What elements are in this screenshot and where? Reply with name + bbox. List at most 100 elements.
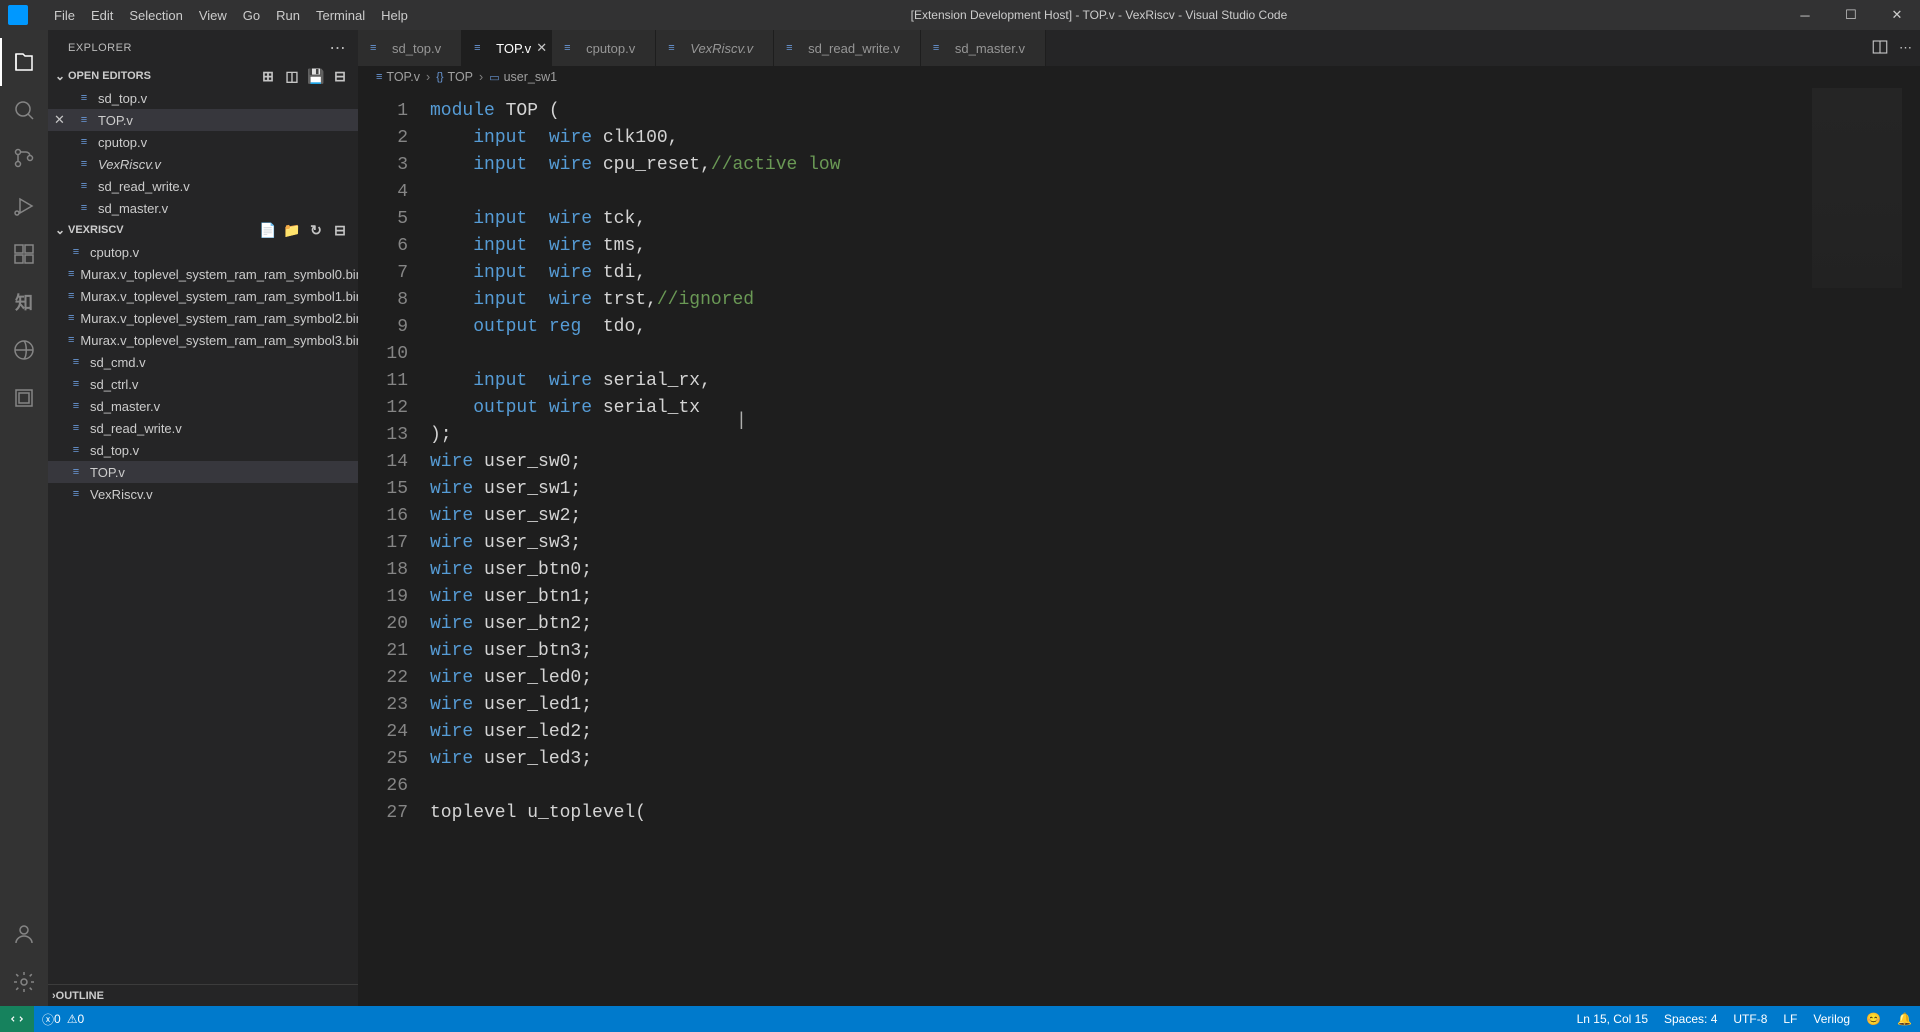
file-tree-item[interactable]: ≡sd_master.v xyxy=(48,395,358,417)
editor-tab[interactable]: ≡sd_read_write.v xyxy=(774,30,921,66)
menu-terminal[interactable]: Terminal xyxy=(308,0,373,30)
file-tree-item[interactable]: ≡Murax.v_toplevel_system_ram_ram_symbol1… xyxy=(48,285,358,307)
file-icon: ≡ xyxy=(76,156,92,172)
file-tree-item[interactable]: ≡sd_top.v xyxy=(48,439,358,461)
cursor-position-status[interactable]: Ln 15, Col 15 xyxy=(1569,1006,1656,1032)
indentation-status[interactable]: Spaces: 4 xyxy=(1656,1006,1725,1032)
language-status[interactable]: Verilog xyxy=(1805,1006,1858,1032)
menu-run[interactable]: Run xyxy=(268,0,308,30)
file-label: sd_top.v xyxy=(98,91,147,106)
file-label: sd_master.v xyxy=(98,201,168,216)
collapse-all-icon[interactable]: ⊟ xyxy=(330,220,350,240)
file-tree-item[interactable]: ≡VexRiscv.v xyxy=(48,483,358,505)
project-header[interactable]: ⌄ VEXRISCV 📄 📁 ↻ ⊟ xyxy=(48,219,358,241)
maximize-button[interactable]: ☐ xyxy=(1828,0,1874,30)
file-label: sd_top.v xyxy=(90,443,139,458)
new-file-icon[interactable]: 📄 xyxy=(258,220,278,240)
editor-tab[interactable]: ≡sd_master.v xyxy=(921,30,1046,66)
layout-activity[interactable] xyxy=(0,374,48,422)
save-all-icon[interactable]: 💾 xyxy=(306,66,326,86)
editor-tab[interactable]: ≡TOP.v✕ xyxy=(462,30,552,66)
open-editor-item[interactable]: ≡cputop.v xyxy=(48,131,358,153)
editor-area: ≡sd_top.v≡TOP.v✕≡cputop.v≡VexRiscv.v≡sd_… xyxy=(358,30,1920,1006)
code-editor[interactable]: 1234567891011121314151617181920212223242… xyxy=(358,88,1920,1006)
run-debug-activity[interactable] xyxy=(0,182,48,230)
explorer-activity[interactable] xyxy=(0,38,48,86)
settings-activity[interactable] xyxy=(0,958,48,1006)
sidebar-more-icon[interactable]: ⋯ xyxy=(330,38,347,58)
file-tree-item[interactable]: ≡Murax.v_toplevel_system_ram_ram_symbol0… xyxy=(48,263,358,285)
file-icon: ≡ xyxy=(68,244,84,260)
menu-view[interactable]: View xyxy=(191,0,235,30)
refresh-icon[interactable]: ↻ xyxy=(306,220,326,240)
breadcrumb-symbol[interactable]: TOP xyxy=(448,70,473,84)
accounts-activity[interactable] xyxy=(0,910,48,958)
status-bar: ⓧ 0 ⚠ 0 Ln 15, Col 15 Spaces: 4 UTF-8 LF… xyxy=(0,1006,1920,1032)
minimize-button[interactable]: ─ xyxy=(1782,0,1828,30)
zhihu-activity[interactable]: 知 xyxy=(0,278,48,326)
menu-help[interactable]: Help xyxy=(373,0,416,30)
open-editor-item[interactable]: ≡sd_top.v xyxy=(48,87,358,109)
search-activity[interactable] xyxy=(0,86,48,134)
menu-edit[interactable]: Edit xyxy=(83,0,121,30)
editor-tab[interactable]: ≡VexRiscv.v xyxy=(656,30,774,66)
chevron-down-icon: ⌄ xyxy=(52,223,68,237)
source-control-activity[interactable] xyxy=(0,134,48,182)
editor-scrollbar[interactable] xyxy=(1906,88,1920,1006)
file-tree-item[interactable]: ≡cputop.v xyxy=(48,241,358,263)
close-all-icon[interactable]: ⊟ xyxy=(330,66,350,86)
file-tree-item[interactable]: ≡Murax.v_toplevel_system_ram_ram_symbol3… xyxy=(48,329,358,351)
split-editor-icon[interactable] xyxy=(1871,38,1889,59)
file-icon: ≡ xyxy=(76,200,92,216)
close-button[interactable]: ✕ xyxy=(1874,0,1920,30)
file-label: Murax.v_toplevel_system_ram_ram_symbol3.… xyxy=(80,333,358,348)
error-icon: ⓧ xyxy=(42,1011,54,1028)
close-icon[interactable]: ✕ xyxy=(54,112,65,128)
file-tree-item[interactable]: ≡sd_ctrl.v xyxy=(48,373,358,395)
encoding-status[interactable]: UTF-8 xyxy=(1725,1006,1775,1032)
file-icon: ≡ xyxy=(76,112,92,128)
environment-activity[interactable] xyxy=(0,326,48,374)
notifications-icon[interactable]: 🔔 xyxy=(1889,1006,1920,1032)
eol-status[interactable]: LF xyxy=(1775,1006,1805,1032)
title-bar: FileEditSelectionViewGoRunTerminalHelp [… xyxy=(0,0,1920,30)
breadcrumbs[interactable]: ≡ TOP.v › {} TOP › ▭ user_sw1 xyxy=(358,66,1920,88)
open-editor-item[interactable]: ≡ sd_master.v xyxy=(48,197,358,219)
menu-selection[interactable]: Selection xyxy=(121,0,190,30)
chevron-down-icon: ⌄ xyxy=(52,69,68,83)
toggle-layout-icon[interactable]: ◫ xyxy=(282,66,302,86)
file-tree-item[interactable]: ≡sd_read_write.v xyxy=(48,417,358,439)
remote-indicator[interactable] xyxy=(0,1006,34,1032)
file-icon: ≡ xyxy=(68,398,84,414)
open-editor-item[interactable]: ≡VexRiscv.v xyxy=(48,153,358,175)
open-editor-item[interactable]: ✕≡TOP.v xyxy=(48,109,358,131)
new-untitled-icon[interactable]: ⊞ xyxy=(258,66,278,86)
open-editors-header[interactable]: ⌄ OPEN EDITORS ⊞ ◫ 💾 ⊟ xyxy=(48,65,358,87)
breadcrumb-symbol[interactable]: user_sw1 xyxy=(504,70,558,84)
menu-go[interactable]: Go xyxy=(235,0,268,30)
close-icon[interactable]: ✕ xyxy=(536,40,547,56)
feedback-icon[interactable]: 😊 xyxy=(1858,1006,1889,1032)
outline-header[interactable]: › OUTLINE xyxy=(48,984,358,1006)
new-folder-icon[interactable]: 📁 xyxy=(282,220,302,240)
editor-tab[interactable]: ≡sd_top.v xyxy=(358,30,462,66)
file-tree-item[interactable]: ≡TOP.v xyxy=(48,461,358,483)
minimap[interactable] xyxy=(1812,88,1902,288)
file-label: sd_read_write.v xyxy=(98,179,190,194)
code-content[interactable]: module TOP ( input wire clk100, input wi… xyxy=(430,88,1920,1006)
file-tree-item[interactable]: ≡Murax.v_toplevel_system_ram_ram_symbol2… xyxy=(48,307,358,329)
more-actions-icon[interactable]: ⋯ xyxy=(1899,40,1912,56)
file-label: cputop.v xyxy=(98,135,147,150)
extensions-activity[interactable] xyxy=(0,230,48,278)
tab-label: cputop.v xyxy=(586,41,635,56)
file-tree-item[interactable]: ≡sd_cmd.v xyxy=(48,351,358,373)
sidebar-header: EXPLORER ⋯ xyxy=(48,30,358,65)
file-label: Murax.v_toplevel_system_ram_ram_symbol1.… xyxy=(80,289,358,304)
file-icon: ≡ xyxy=(76,178,92,194)
file-label: sd_cmd.v xyxy=(90,355,146,370)
open-editor-item[interactable]: ≡ sd_read_write.v xyxy=(48,175,358,197)
editor-tab[interactable]: ≡cputop.v xyxy=(552,30,656,66)
menu-file[interactable]: File xyxy=(46,0,83,30)
breadcrumb-file[interactable]: TOP.v xyxy=(386,70,420,84)
problems-status[interactable]: ⓧ 0 ⚠ 0 xyxy=(34,1006,92,1032)
